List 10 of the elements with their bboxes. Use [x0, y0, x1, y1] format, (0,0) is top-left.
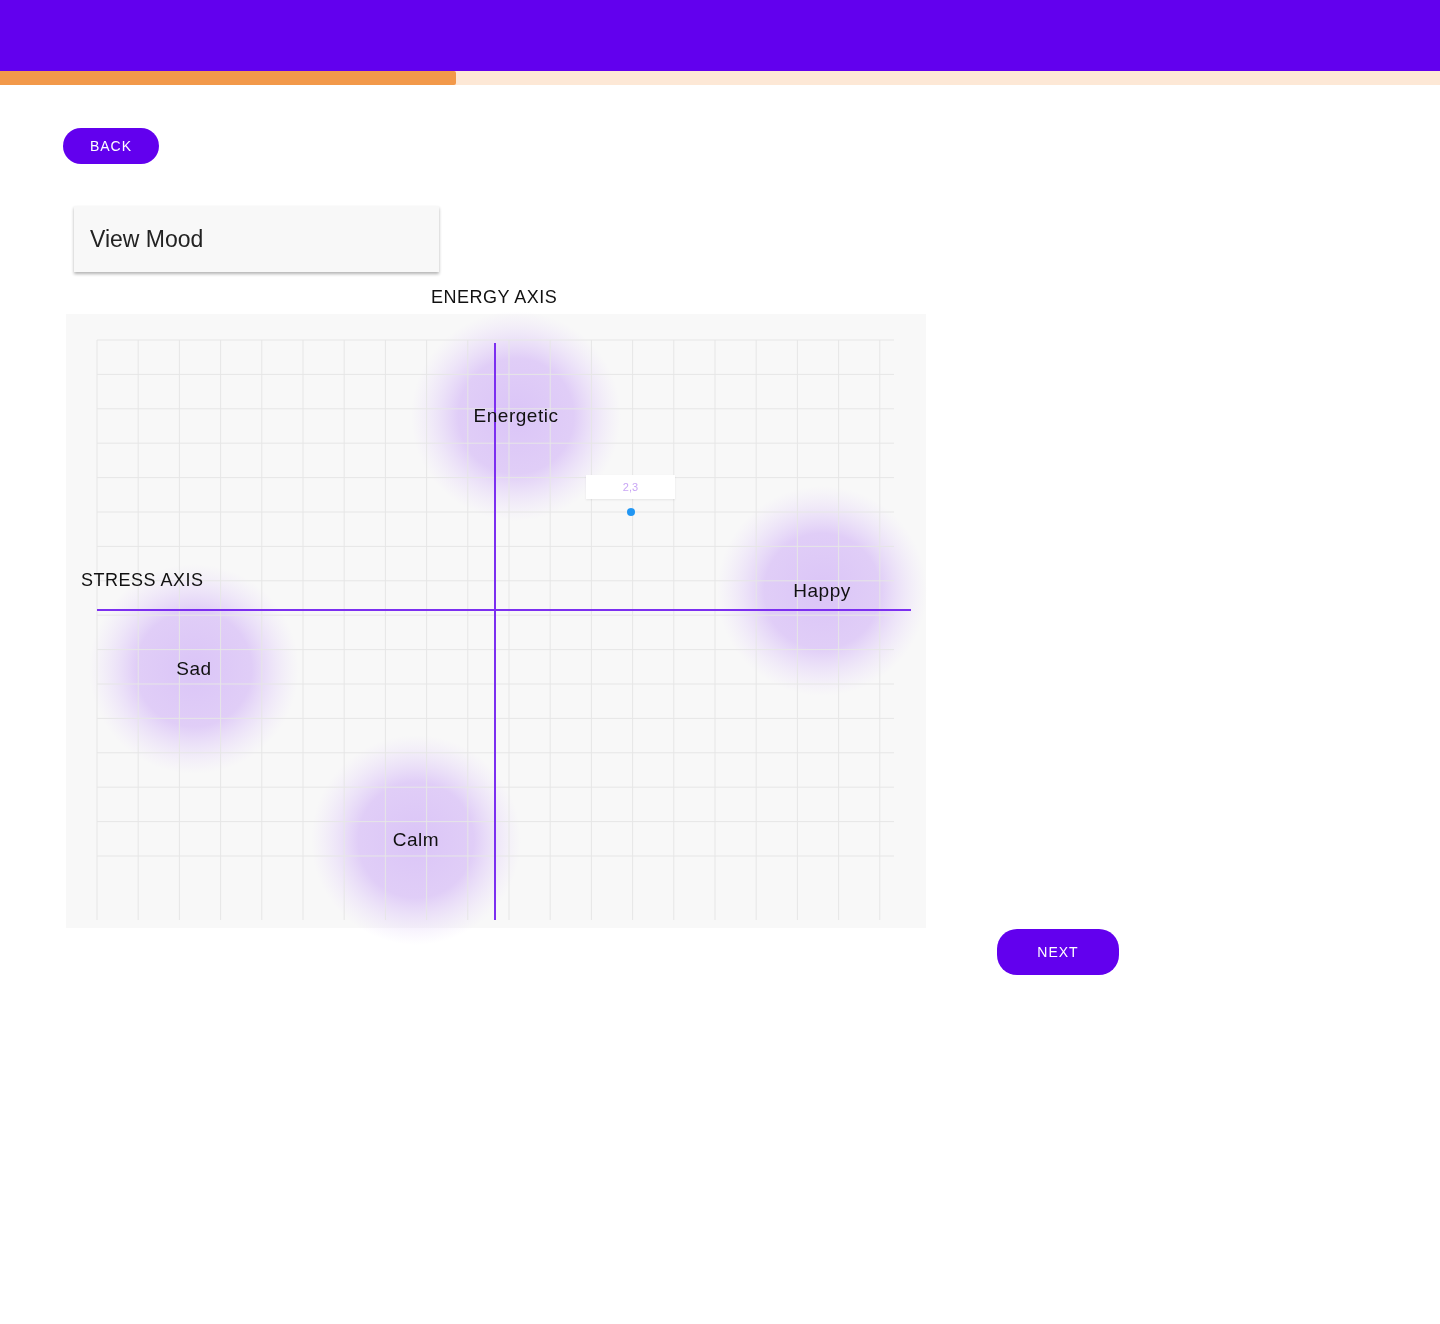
- page-title: View Mood: [90, 225, 204, 253]
- next-button[interactable]: NEXT: [997, 929, 1119, 975]
- tooltip-text: 2,3: [622, 481, 639, 493]
- mood-label: Calm: [392, 829, 440, 851]
- axis-label: ENERGY AXIS: [431, 287, 558, 308]
- mood-label: Sad: [176, 658, 212, 680]
- axis-label: STRESS AXIS: [81, 570, 204, 591]
- mood-label: Happy: [793, 580, 851, 602]
- back-button[interactable]: BACK: [63, 128, 159, 164]
- mood-point[interactable]: [627, 508, 635, 516]
